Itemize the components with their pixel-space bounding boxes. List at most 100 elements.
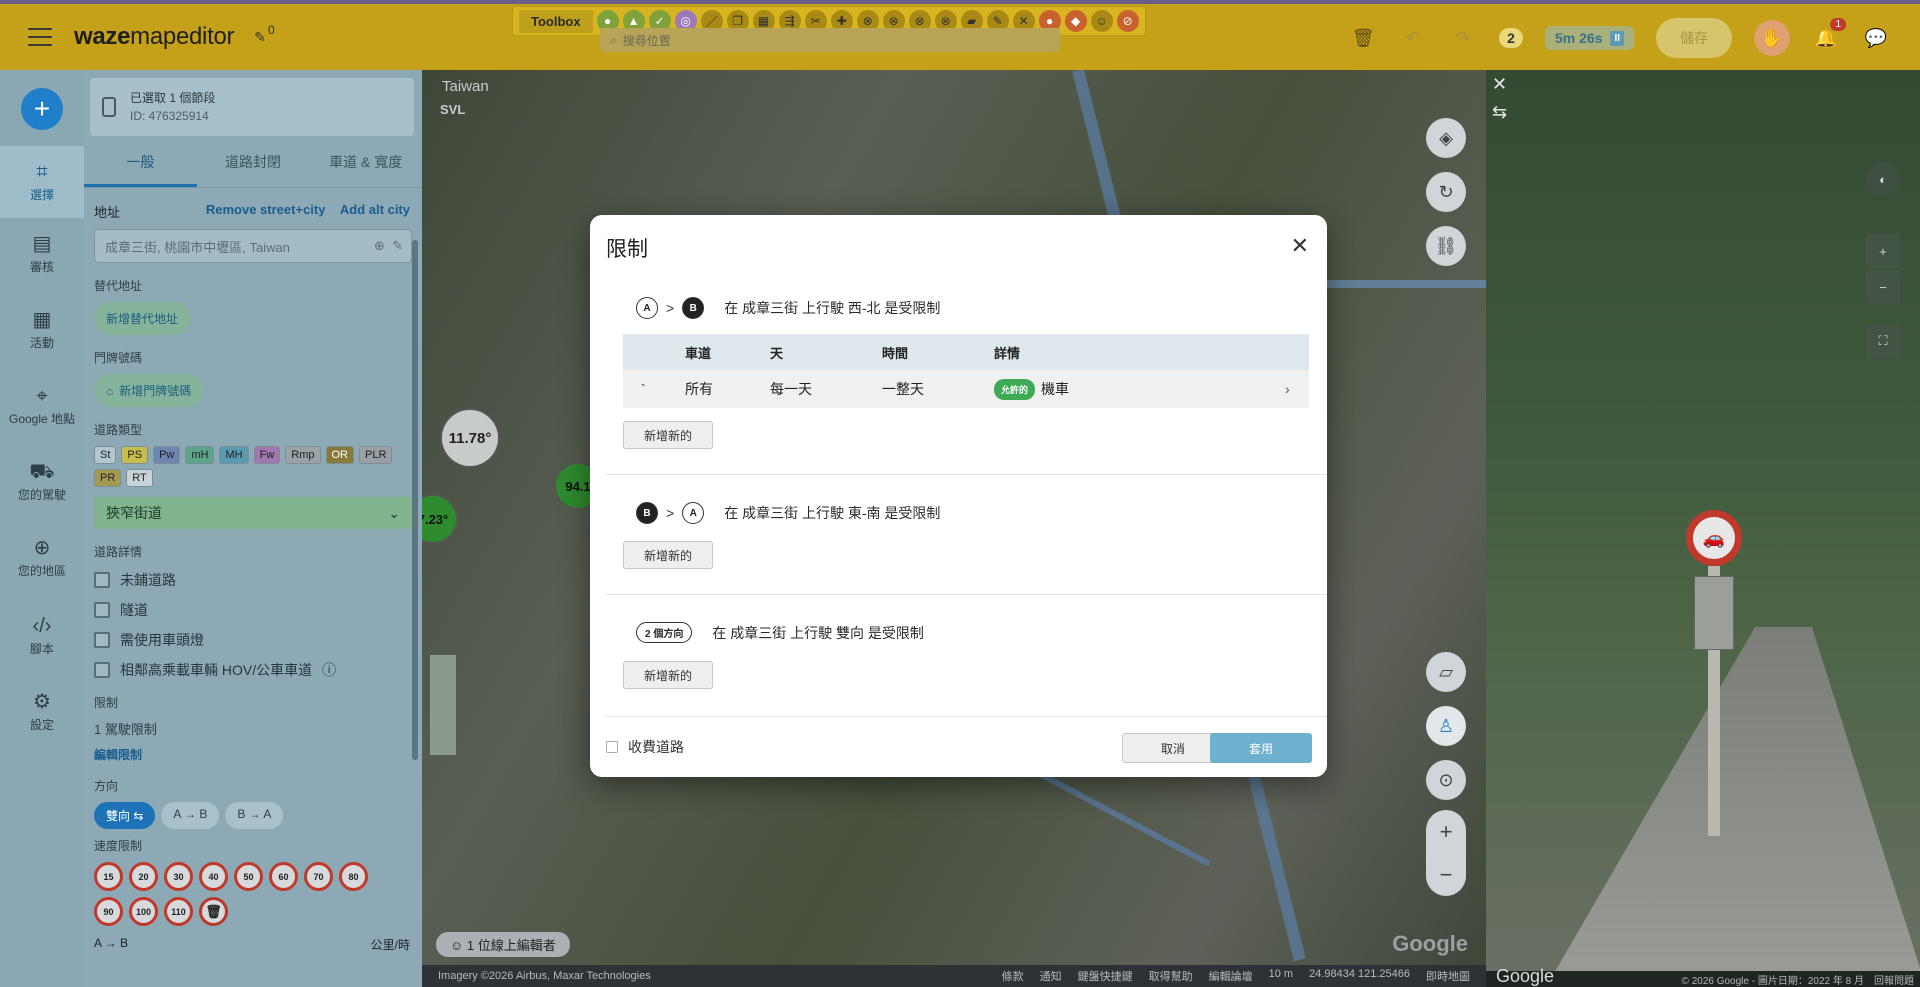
checkbox[interactable] — [94, 602, 110, 618]
trash-icon[interactable]: 🗑 — [199, 897, 228, 926]
road-type-chip[interactable]: mH — [185, 446, 215, 464]
chat-icon[interactable]: 💬 — [1862, 24, 1890, 52]
speed-preset[interactable]: 50 — [234, 862, 263, 891]
speed-preset[interactable]: 110 — [164, 897, 193, 926]
locate-icon[interactable]: ⊙ — [1426, 760, 1466, 800]
compass-icon[interactable]: ◐ — [1866, 162, 1900, 196]
segment-id[interactable]: ID: 476325914 — [130, 107, 215, 125]
rail-item-areas[interactable]: ⊕ 您的地區 — [0, 522, 84, 594]
checkbox[interactable] — [94, 662, 110, 678]
svl-toggle[interactable]: SVL — [440, 102, 465, 117]
pending-edits-count[interactable]: 2 — [1499, 28, 1523, 48]
add-new-button[interactable]: 新增新的 — [623, 421, 713, 449]
speed-preset[interactable]: 20 — [129, 862, 158, 891]
redo-icon[interactable]: ↷ — [1449, 24, 1477, 52]
footer-link[interactable]: 鍵盤快捷鍵 — [1078, 968, 1133, 984]
checkbox-tunnel[interactable]: 隧道 — [94, 600, 422, 620]
speed-preset[interactable]: 80 — [339, 862, 368, 891]
road-type-chip[interactable]: Rmp — [285, 446, 321, 464]
speed-preset[interactable]: 40 — [199, 862, 228, 891]
edit-restrictions-link[interactable]: 編輯限制 — [94, 746, 422, 763]
checkbox[interactable] — [606, 741, 618, 753]
fullscreen-icon[interactable]: ⛶ — [1866, 324, 1900, 358]
road-type-select[interactable]: 狹窄街道 ⌄ — [94, 497, 412, 529]
rail-item-google-places[interactable]: ⌖ Google 地點 — [0, 370, 84, 442]
menu-icon[interactable] — [28, 28, 52, 46]
autosave-timer[interactable]: 5m 26s II — [1544, 26, 1634, 50]
close-icon[interactable]: ✕ — [1492, 74, 1514, 96]
speed-preset[interactable]: 70 — [304, 862, 333, 891]
save-button[interactable]: 儲存 — [1656, 18, 1732, 58]
footer-link[interactable]: 編輯論壇 — [1209, 968, 1253, 984]
add-alt-address-button[interactable]: 新增替代地址 — [94, 302, 191, 335]
checkbox[interactable] — [94, 572, 110, 588]
road-type-chip[interactable]: Pw — [153, 446, 181, 464]
direction-two-way[interactable]: 雙向 ⇆ — [94, 802, 156, 829]
rail-item-events[interactable]: ▦ 活動 — [0, 294, 84, 366]
apply-button[interactable]: 套用 — [1210, 733, 1312, 763]
rail-item-settings[interactable]: ⚙ 設定 — [0, 676, 84, 748]
chevron-right-icon[interactable]: › — [1285, 381, 1309, 397]
layers-icon[interactable]: ◈ — [1426, 118, 1466, 158]
swap-icon[interactable]: ⇆ — [1492, 102, 1514, 124]
toolbox-label[interactable]: Toolbox — [519, 9, 593, 33]
road-type-chip[interactable]: MH — [219, 446, 249, 464]
tab-general[interactable]: 一般 — [84, 142, 197, 187]
direction-b-to-a[interactable]: B → A — [225, 802, 284, 829]
speed-preset[interactable]: 100 — [129, 897, 158, 926]
toll-road-option[interactable]: 收費道路 — [606, 737, 684, 757]
road-type-chip[interactable]: OR — [325, 446, 354, 464]
cancel-button[interactable]: 取消 — [1122, 733, 1224, 763]
zoom-in-icon[interactable]: + — [1440, 819, 1453, 845]
speed-preset[interactable]: 90 — [94, 897, 123, 926]
footer-link[interactable]: 條款 — [1002, 968, 1024, 984]
direction-a-to-b[interactable]: A → B — [161, 802, 220, 829]
rail-item-select[interactable]: ⌗ 選擇 — [0, 146, 84, 218]
footer-link[interactable]: 取得幫助 — [1149, 968, 1193, 984]
rail-item-review[interactable]: ▤ 審核 — [0, 218, 84, 290]
toolbox-ban-icon[interactable]: ⊘ — [1116, 10, 1139, 32]
measure-icon[interactable]: ▱ — [1426, 652, 1466, 692]
close-icon[interactable]: ✕ — [1291, 233, 1309, 259]
road-type-chip[interactable]: RT — [126, 469, 153, 487]
rail-item-scripts[interactable]: ‹/› 腳本 — [0, 600, 84, 672]
trash-icon[interactable]: 🗑 — [1349, 24, 1377, 52]
street-view-panel[interactable]: ✕ ⇆ ◐ + − ⛶ 🚗 © 2026 Google - 圖片日期：2022 … — [1486, 70, 1920, 987]
streetview-dock[interactable] — [430, 655, 456, 755]
checkbox[interactable] — [94, 632, 110, 648]
add-new-button[interactable]: 新增新的 — [623, 661, 713, 689]
road-type-chip[interactable]: PR — [94, 469, 122, 487]
add-house-numbers-button[interactable]: ⌂ 新增門牌號碼 — [94, 374, 204, 407]
address-field[interactable]: 成章三街, 桃園市中壢區, Taiwan ⊕ ✎ — [94, 229, 412, 263]
notifications-icon[interactable]: 🔔 1 — [1812, 18, 1846, 52]
speed-preset[interactable]: 30 — [164, 862, 193, 891]
checkbox-headlights[interactable]: 需使用車頭燈 — [94, 630, 422, 650]
avatar[interactable]: ✋ — [1754, 20, 1790, 56]
rail-item-drives[interactable]: ⛟ 您的駕駛 — [0, 446, 84, 518]
remove-street-city-link[interactable]: Remove street+city — [206, 202, 326, 217]
road-type-chip[interactable]: St — [94, 446, 117, 464]
checkbox-hov[interactable]: 相鄰高乘載車輛 HOV/公車車道 ⓘ — [94, 660, 422, 680]
search-input[interactable]: ⌕ 搜尋位置 — [600, 28, 1060, 52]
refresh-icon[interactable]: ↻ — [1426, 172, 1466, 212]
toolbox-face-icon[interactable]: ☺ — [1090, 10, 1113, 32]
edit-pencil-icon[interactable]: ✎ — [392, 238, 403, 253]
undo-icon[interactable]: ↶ — [1399, 24, 1427, 52]
checkbox-unpaved[interactable]: 未鋪道路 — [94, 570, 422, 590]
tab-lanes[interactable]: 車道 & 寬度 — [309, 142, 422, 187]
add-location-icon[interactable]: ⊕ — [374, 238, 385, 253]
add-new-button[interactable]: 新增新的 — [623, 541, 713, 569]
live-map-link[interactable]: 即時地圖 — [1426, 968, 1470, 984]
speed-preset[interactable]: 60 — [269, 862, 298, 891]
street-view-pegman-icon[interactable]: ♙ — [1426, 706, 1466, 746]
footer-link[interactable]: 通知 — [1040, 968, 1062, 984]
permalink-icon[interactable]: ⛓ — [1426, 226, 1466, 266]
add-button[interactable]: + — [21, 88, 63, 130]
toolbox-diamond-icon[interactable]: ◆ — [1064, 10, 1087, 32]
sv-zoom-in-icon[interactable]: + — [1866, 234, 1900, 268]
panel-scrollbar[interactable] — [412, 240, 418, 760]
info-icon[interactable]: ⓘ — [322, 660, 336, 680]
road-type-chip[interactable]: PLR — [359, 446, 393, 464]
speed-preset[interactable]: 15 — [94, 862, 123, 891]
sv-zoom-out-icon[interactable]: − — [1866, 270, 1900, 304]
